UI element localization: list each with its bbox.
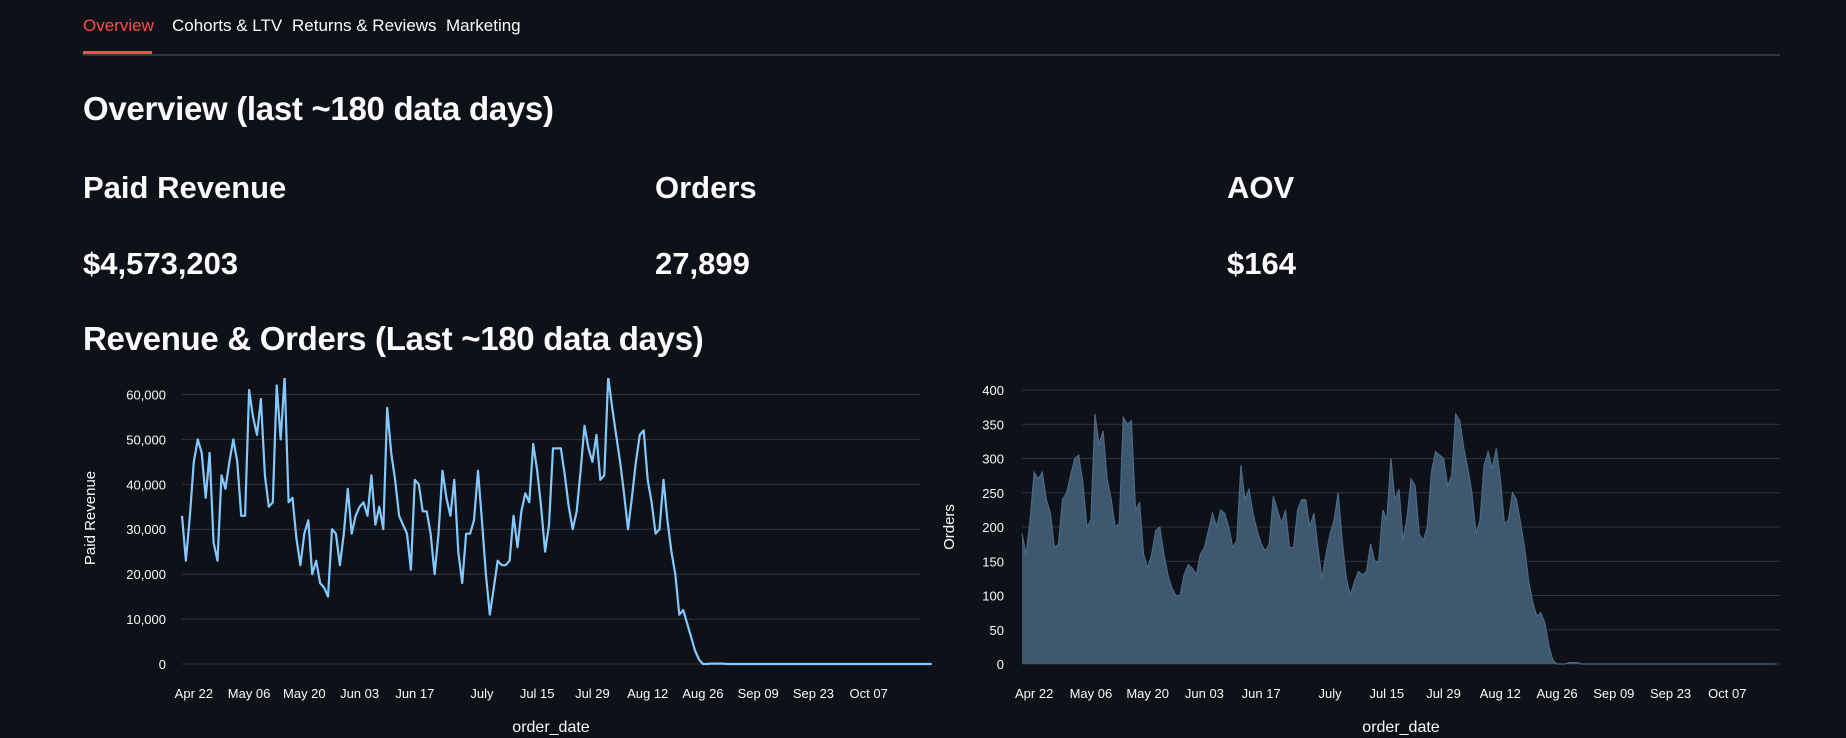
x-tick-label: Jul 29 xyxy=(575,686,610,701)
x-axis-label: order_date xyxy=(1362,719,1439,736)
y-axis-label: Paid Revenue xyxy=(82,471,99,565)
y-tick-label: 300 xyxy=(982,452,1004,467)
y-tick-label: 350 xyxy=(982,417,1004,432)
y-tick-label: 60,000 xyxy=(126,387,166,402)
x-tick-label: Sep 23 xyxy=(793,686,834,701)
y-tick-label: 50 xyxy=(990,623,1004,638)
metric-label-aov: AOV xyxy=(1227,170,1295,205)
tab-bar: Overview Cohorts & LTV Returns & Reviews… xyxy=(83,0,1780,56)
x-axis-label: order_date xyxy=(512,719,589,736)
x-tick-label: Aug 12 xyxy=(627,686,668,701)
y-tick-label: 150 xyxy=(982,554,1004,569)
x-tick-label: Aug 26 xyxy=(1536,686,1577,701)
page-title: Overview (last ~180 data days) xyxy=(83,90,554,127)
tab-cohorts-ltv[interactable]: Cohorts & LTV xyxy=(172,16,282,36)
x-tick-label: Jul 29 xyxy=(1426,686,1461,701)
y-axis-label: Orders xyxy=(941,504,958,550)
section-title: Revenue & Orders (Last ~180 data days) xyxy=(83,320,704,357)
y-tick-label: 40,000 xyxy=(126,477,166,492)
x-tick-label: May 06 xyxy=(228,686,271,701)
x-tick-label: July xyxy=(470,686,494,701)
x-tick-label: Jun 17 xyxy=(395,686,434,701)
x-tick-label: July xyxy=(1319,686,1343,701)
series-area xyxy=(1022,414,1776,664)
y-tick-label: 0 xyxy=(997,657,1004,672)
metric-label-orders: Orders xyxy=(655,170,757,205)
x-tick-label: Oct 07 xyxy=(1708,686,1746,701)
x-tick-label: Sep 09 xyxy=(1593,686,1634,701)
x-tick-label: May 06 xyxy=(1070,686,1113,701)
tab-active-indicator xyxy=(83,51,152,54)
orders-area-chart[interactable]: 0 50 100 150 200 250 300 350 400 Apr 22 May 06 May… xyxy=(930,378,1780,738)
x-tick-label: Jun 03 xyxy=(340,686,379,701)
metric-label-paid-revenue: Paid Revenue xyxy=(83,170,287,205)
x-tick-label: Jun 17 xyxy=(1242,686,1281,701)
x-tick-label: Sep 09 xyxy=(738,686,779,701)
y-tick-label: 200 xyxy=(982,520,1004,535)
y-tick-label: 30,000 xyxy=(126,522,166,537)
x-tick-label: May 20 xyxy=(283,686,326,701)
x-tick-label: Jul 15 xyxy=(1369,686,1404,701)
tab-overview[interactable]: Overview xyxy=(83,16,154,36)
series-line xyxy=(180,378,932,666)
y-tick-label: 20,000 xyxy=(126,567,166,582)
y-tick-label: 250 xyxy=(982,486,1004,501)
x-tick-label: Sep 23 xyxy=(1650,686,1691,701)
x-tick-label: Oct 07 xyxy=(850,686,888,701)
x-tick-label: Aug 26 xyxy=(682,686,723,701)
x-tick-label: Aug 12 xyxy=(1480,686,1521,701)
metric-value-aov: $164 xyxy=(1227,246,1296,281)
x-tick-label: Jun 03 xyxy=(1185,686,1224,701)
revenue-line-chart[interactable]: 0 10,000 20,000 30,000 40,000 50,000 60,000 Ap… xyxy=(70,378,970,738)
tab-marketing[interactable]: Marketing xyxy=(446,16,521,36)
x-tick-label: Apr 22 xyxy=(1015,686,1053,701)
x-tick-label: Apr 22 xyxy=(175,686,213,701)
metric-value-paid-revenue: $4,573,203 xyxy=(83,246,239,281)
y-tick-label: 10,000 xyxy=(126,612,166,627)
x-tick-label: Jul 15 xyxy=(520,686,555,701)
tab-returns-reviews[interactable]: Returns & Reviews xyxy=(292,16,437,36)
x-tick-label: May 20 xyxy=(1126,686,1169,701)
y-tick-label: 100 xyxy=(982,589,1004,604)
y-tick-label: 400 xyxy=(982,383,1004,398)
y-tick-label: 50,000 xyxy=(126,432,166,447)
metric-value-orders: 27,899 xyxy=(655,246,750,281)
y-tick-label: 0 xyxy=(159,657,166,672)
